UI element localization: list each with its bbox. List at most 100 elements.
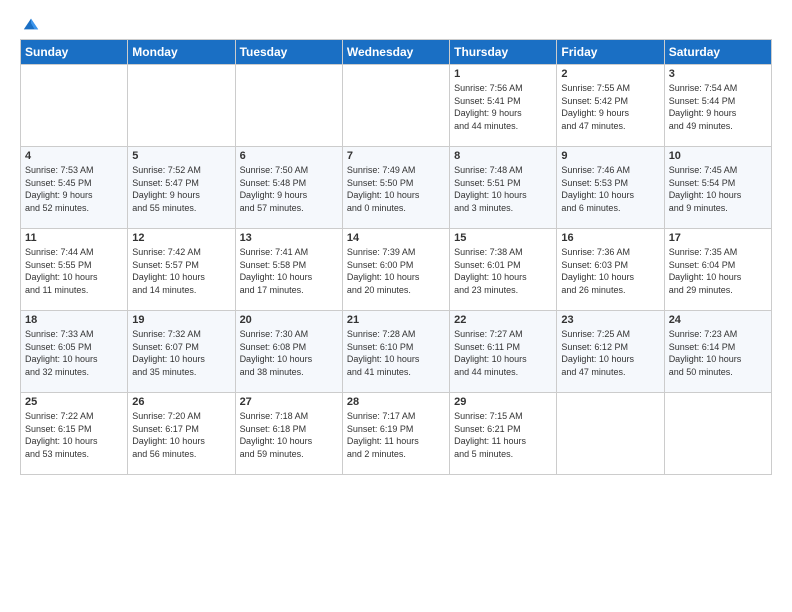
day-info: Sunrise: 7:23 AM Sunset: 6:14 PM Dayligh… <box>669 328 767 378</box>
col-header-monday: Monday <box>128 40 235 65</box>
day-cell: 28Sunrise: 7:17 AM Sunset: 6:19 PM Dayli… <box>342 393 449 475</box>
day-cell: 13 Sunrise: 7:41 AM Sunset: 5:58 PM Dayli… <box>235 229 342 311</box>
week-row-4: 18 Sunrise: 7:33 AM Sunset: 6:05 PM Dayli… <box>21 311 772 393</box>
day-info: Sunrise: 7:50 AM Sunset: 5:48 PM Dayligh… <box>240 164 338 214</box>
col-header-friday: Friday <box>557 40 664 65</box>
col-header-tuesday: Tuesday <box>235 40 342 65</box>
day-cell <box>557 393 664 475</box>
day-info: Sunrise: 7:22 AM Sunset: 6:15 PM Dayligh… <box>25 410 123 460</box>
day-number: 4 <box>25 150 123 162</box>
calendar-table: SundayMondayTuesdayWednesdayThursdayFrid… <box>20 39 772 475</box>
day-cell <box>664 393 771 475</box>
day-info: Sunrise: 7:30 AM Sunset: 6:08 PM Dayligh… <box>240 328 338 378</box>
day-number: 17 <box>669 232 767 244</box>
col-header-wednesday: Wednesday <box>342 40 449 65</box>
day-number: 21 <box>347 314 445 326</box>
day-number: 29 <box>454 396 552 408</box>
col-header-thursday: Thursday <box>450 40 557 65</box>
logo-icon <box>22 15 40 33</box>
day-number: 16 <box>561 232 659 244</box>
day-number: 12 <box>132 232 230 244</box>
week-row-1: 1Sunrise: 7:56 AM Sunset: 5:41 PM Daylig… <box>21 65 772 147</box>
day-info: Sunrise: 7:55 AM Sunset: 5:42 PM Dayligh… <box>561 82 659 132</box>
col-header-sunday: Sunday <box>21 40 128 65</box>
day-cell: 20 Sunrise: 7:30 AM Sunset: 6:08 PM Dayli… <box>235 311 342 393</box>
day-number: 27 <box>240 396 338 408</box>
day-info: Sunrise: 7:52 AM Sunset: 5:47 PM Dayligh… <box>132 164 230 214</box>
day-cell: 21Sunrise: 7:28 AM Sunset: 6:10 PM Dayli… <box>342 311 449 393</box>
day-info: Sunrise: 7:15 AM Sunset: 6:21 PM Dayligh… <box>454 410 552 460</box>
day-number: 15 <box>454 232 552 244</box>
day-cell: 12 Sunrise: 7:42 AM Sunset: 5:57 PM Dayli… <box>128 229 235 311</box>
day-number: 1 <box>454 68 552 80</box>
day-cell: 5 Sunrise: 7:52 AM Sunset: 5:47 PM Daylig… <box>128 147 235 229</box>
day-info: Sunrise: 7:39 AM Sunset: 6:00 PM Dayligh… <box>347 246 445 296</box>
day-number: 3 <box>669 68 767 80</box>
day-cell: 18 Sunrise: 7:33 AM Sunset: 6:05 PM Dayli… <box>21 311 128 393</box>
day-number: 10 <box>669 150 767 162</box>
week-row-3: 11 Sunrise: 7:44 AM Sunset: 5:55 PM Dayli… <box>21 229 772 311</box>
day-cell <box>128 65 235 147</box>
week-row-5: 25 Sunrise: 7:22 AM Sunset: 6:15 PM Dayli… <box>21 393 772 475</box>
day-info: Sunrise: 7:44 AM Sunset: 5:55 PM Dayligh… <box>25 246 123 296</box>
day-info: Sunrise: 7:35 AM Sunset: 6:04 PM Dayligh… <box>669 246 767 296</box>
day-cell: 29 Sunrise: 7:15 AM Sunset: 6:21 PM Dayli… <box>450 393 557 475</box>
day-info: Sunrise: 7:46 AM Sunset: 5:53 PM Dayligh… <box>561 164 659 214</box>
day-info: Sunrise: 7:27 AM Sunset: 6:11 PM Dayligh… <box>454 328 552 378</box>
day-number: 8 <box>454 150 552 162</box>
day-number: 25 <box>25 396 123 408</box>
day-cell: 11 Sunrise: 7:44 AM Sunset: 5:55 PM Dayli… <box>21 229 128 311</box>
day-number: 2 <box>561 68 659 80</box>
day-cell: 19 Sunrise: 7:32 AM Sunset: 6:07 PM Dayli… <box>128 311 235 393</box>
day-number: 11 <box>25 232 123 244</box>
day-cell: 23 Sunrise: 7:25 AM Sunset: 6:12 PM Dayli… <box>557 311 664 393</box>
day-info: Sunrise: 7:42 AM Sunset: 5:57 PM Dayligh… <box>132 246 230 296</box>
header-row: SundayMondayTuesdayWednesdayThursdayFrid… <box>21 40 772 65</box>
day-info: Sunrise: 7:45 AM Sunset: 5:54 PM Dayligh… <box>669 164 767 214</box>
day-number: 26 <box>132 396 230 408</box>
day-cell: 1Sunrise: 7:56 AM Sunset: 5:41 PM Daylig… <box>450 65 557 147</box>
day-cell <box>21 65 128 147</box>
day-info: Sunrise: 7:18 AM Sunset: 6:18 PM Dayligh… <box>240 410 338 460</box>
day-number: 23 <box>561 314 659 326</box>
day-cell: 14 Sunrise: 7:39 AM Sunset: 6:00 PM Dayli… <box>342 229 449 311</box>
day-number: 6 <box>240 150 338 162</box>
calendar-page: SundayMondayTuesdayWednesdayThursdayFrid… <box>0 0 792 612</box>
day-cell: 6 Sunrise: 7:50 AM Sunset: 5:48 PM Daylig… <box>235 147 342 229</box>
day-cell <box>342 65 449 147</box>
header <box>20 15 772 29</box>
day-number: 13 <box>240 232 338 244</box>
day-cell: 17 Sunrise: 7:35 AM Sunset: 6:04 PM Dayli… <box>664 229 771 311</box>
day-cell: 26 Sunrise: 7:20 AM Sunset: 6:17 PM Dayli… <box>128 393 235 475</box>
day-cell: 27 Sunrise: 7:18 AM Sunset: 6:18 PM Dayli… <box>235 393 342 475</box>
day-info: Sunrise: 7:33 AM Sunset: 6:05 PM Dayligh… <box>25 328 123 378</box>
day-number: 7 <box>347 150 445 162</box>
day-cell: 2 Sunrise: 7:55 AM Sunset: 5:42 PM Daylig… <box>557 65 664 147</box>
day-info: Sunrise: 7:48 AM Sunset: 5:51 PM Dayligh… <box>454 164 552 214</box>
day-info: Sunrise: 7:25 AM Sunset: 6:12 PM Dayligh… <box>561 328 659 378</box>
day-number: 14 <box>347 232 445 244</box>
day-number: 18 <box>25 314 123 326</box>
day-info: Sunrise: 7:41 AM Sunset: 5:58 PM Dayligh… <box>240 246 338 296</box>
day-cell: 16 Sunrise: 7:36 AM Sunset: 6:03 PM Dayli… <box>557 229 664 311</box>
day-cell: 3 Sunrise: 7:54 AM Sunset: 5:44 PM Daylig… <box>664 65 771 147</box>
day-info: Sunrise: 7:32 AM Sunset: 6:07 PM Dayligh… <box>132 328 230 378</box>
week-row-2: 4 Sunrise: 7:53 AM Sunset: 5:45 PM Daylig… <box>21 147 772 229</box>
day-cell: 7Sunrise: 7:49 AM Sunset: 5:50 PM Daylig… <box>342 147 449 229</box>
day-cell: 9Sunrise: 7:46 AM Sunset: 5:53 PM Daylig… <box>557 147 664 229</box>
day-number: 24 <box>669 314 767 326</box>
day-info: Sunrise: 7:53 AM Sunset: 5:45 PM Dayligh… <box>25 164 123 214</box>
day-cell: 8 Sunrise: 7:48 AM Sunset: 5:51 PM Daylig… <box>450 147 557 229</box>
day-cell <box>235 65 342 147</box>
day-info: Sunrise: 7:20 AM Sunset: 6:17 PM Dayligh… <box>132 410 230 460</box>
day-number: 28 <box>347 396 445 408</box>
day-cell: 25 Sunrise: 7:22 AM Sunset: 6:15 PM Dayli… <box>21 393 128 475</box>
day-number: 20 <box>240 314 338 326</box>
day-info: Sunrise: 7:36 AM Sunset: 6:03 PM Dayligh… <box>561 246 659 296</box>
day-info: Sunrise: 7:54 AM Sunset: 5:44 PM Dayligh… <box>669 82 767 132</box>
day-number: 5 <box>132 150 230 162</box>
day-cell: 15 Sunrise: 7:38 AM Sunset: 6:01 PM Dayli… <box>450 229 557 311</box>
day-info: Sunrise: 7:38 AM Sunset: 6:01 PM Dayligh… <box>454 246 552 296</box>
logo <box>20 15 40 29</box>
day-number: 19 <box>132 314 230 326</box>
